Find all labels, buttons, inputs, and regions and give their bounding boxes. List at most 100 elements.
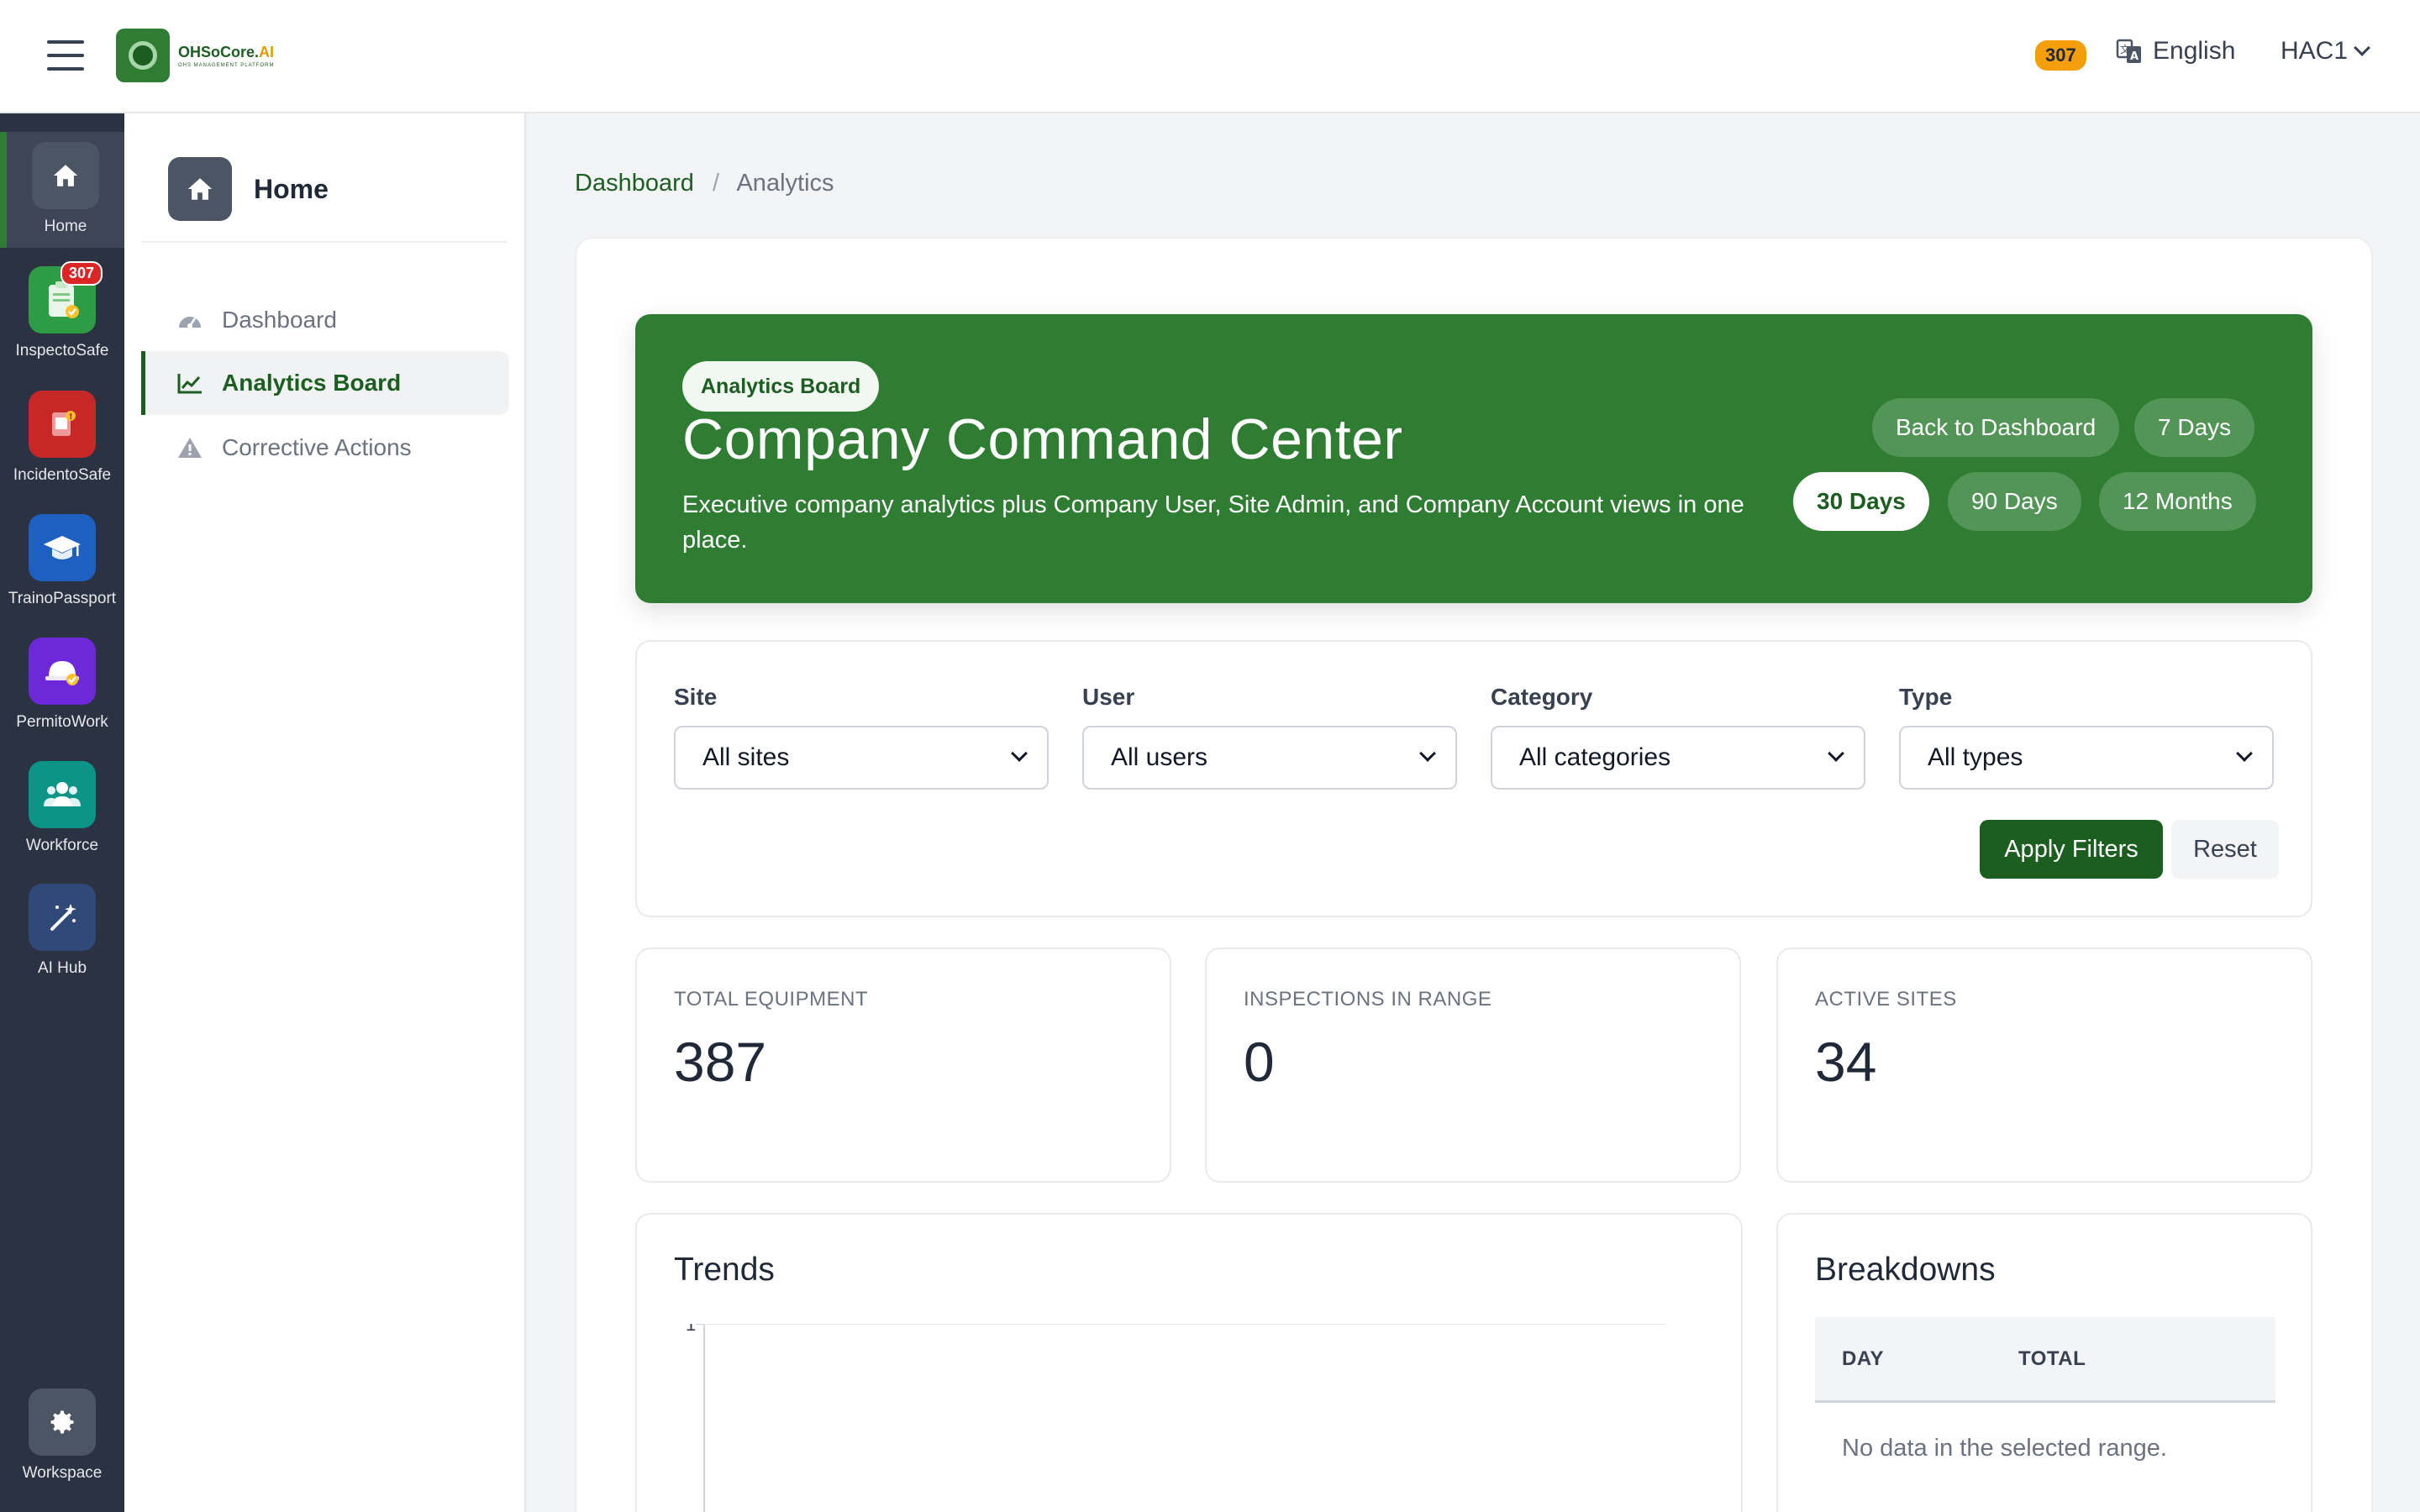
rail-label: TrainoPassport — [8, 590, 117, 607]
account-name: HAC1 — [2281, 37, 2349, 65]
stat-value: 387 — [674, 1031, 767, 1093]
type-filter: Type All types — [1899, 684, 2274, 790]
rail-item-trainopassport[interactable]: TrainoPassport — [0, 514, 124, 608]
rail-label: IncidentoSafe — [13, 466, 112, 484]
range-30-days-button[interactable]: 30 Days — [1793, 472, 1929, 531]
stat-card-active-sites: ACTIVE SITES 34 — [1776, 948, 2312, 1183]
warning-triangle-icon — [176, 434, 203, 461]
home-icon — [168, 157, 232, 221]
logo-tagline: OHS MANAGEMENT PLATFORM — [178, 62, 275, 68]
site-select[interactable]: All sites — [674, 726, 1049, 790]
breakdowns-table: DAY TOTAL No data in the selected range. — [1815, 1317, 2275, 1462]
rail-label: PermitoWork — [16, 713, 108, 731]
magic-wand-icon — [29, 884, 96, 951]
range-7-days-button[interactable]: 7 Days — [2134, 398, 2255, 457]
rail-item-permitowork[interactable]: PermitoWork — [0, 638, 124, 732]
range-90-days-button[interactable]: 90 Days — [1948, 472, 2081, 531]
empty-state-text: No data in the selected range. — [1842, 1435, 2167, 1462]
rail-item-home[interactable]: Home — [0, 132, 124, 248]
account-menu[interactable]: HAC1 — [2281, 37, 2370, 66]
user-filter: User All users — [1082, 684, 1457, 790]
breakdowns-panel: Breakdowns DAY TOTAL No data in the sele… — [1776, 1213, 2312, 1512]
stat-card-total-equipment: TOTAL EQUIPMENT 387 — [635, 948, 1171, 1183]
stat-label: TOTAL EQUIPMENT — [674, 988, 869, 1011]
nav-item-label: Corrective Actions — [222, 434, 412, 460]
back-to-dashboard-button[interactable]: Back to Dashboard — [1872, 398, 2120, 457]
svg-text:A: A — [2130, 50, 2139, 63]
trends-title: Trends — [674, 1252, 775, 1288]
app-rail: Home 307 InspectoSafe ! IncidentoSafe Tr… — [0, 113, 124, 1512]
rail-item-workforce[interactable]: Workforce — [0, 761, 124, 855]
reset-button[interactable]: Reset — [2171, 820, 2279, 879]
site-filter-label: Site — [674, 684, 718, 710]
hero-description: Executive company analytics plus Company… — [682, 491, 1744, 554]
site-filter: Site All sites — [674, 684, 1049, 790]
nav-item-label: Analytics Board — [222, 370, 402, 396]
rail-label: Workforce — [25, 837, 99, 854]
language-selector[interactable]: 文 A English — [2116, 37, 2235, 66]
filters-panel: Site All sites User All users Category A… — [635, 640, 2312, 917]
notification-badge[interactable]: 307 — [2035, 40, 2086, 71]
hamburger-menu-icon[interactable] — [47, 40, 84, 71]
type-select[interactable]: All types — [1899, 726, 2274, 790]
rail-label: InspectoSafe — [15, 342, 109, 360]
trends-chart: 1 — [686, 1324, 1666, 1512]
stat-value: 34 — [1815, 1031, 1877, 1093]
trends-panel: Trends 1 — [635, 1213, 1743, 1512]
category-select[interactable]: All categories — [1491, 726, 1865, 790]
top-bar: OHSoCore.AI OHS MANAGEMENT PLATFORM 307 … — [0, 0, 2420, 113]
column-header-day: DAY — [1842, 1347, 1884, 1370]
home-icon — [32, 142, 99, 209]
nav-item-label: Dashboard — [222, 307, 337, 333]
table-header: DAY TOTAL — [1815, 1317, 2275, 1403]
section-header: Home — [168, 157, 329, 221]
rail-item-inspectosafe[interactable]: 307 InspectoSafe — [0, 261, 124, 360]
category-filter: Category All categories — [1491, 684, 1865, 790]
app-logo[interactable]: OHSoCore.AI OHS MANAGEMENT PLATFORM — [116, 29, 274, 82]
chevron-down-icon — [1011, 745, 1028, 762]
incident-icon: ! — [29, 391, 96, 458]
rail-item-incidentosafe[interactable]: ! IncidentoSafe — [0, 391, 124, 485]
breadcrumb: Dashboard / Analytics — [575, 170, 834, 197]
y-tick-label: 1 — [686, 1324, 696, 1335]
hero-banner: Analytics Board Company Command Center E… — [635, 314, 2312, 603]
stat-value: 0 — [1244, 1031, 1275, 1093]
range-12-months-button[interactable]: 12 Months — [2099, 472, 2256, 531]
chevron-down-icon — [1419, 745, 1436, 762]
chevron-down-icon — [2236, 745, 2253, 762]
stat-label: ACTIVE SITES — [1815, 988, 1957, 1011]
breadcrumb-dashboard-link[interactable]: Dashboard — [575, 170, 694, 197]
graduation-cap-icon — [29, 514, 96, 581]
gear-icon — [29, 1389, 96, 1456]
inspectosafe-badge: 307 — [60, 261, 103, 286]
apply-filters-button[interactable]: Apply Filters — [1980, 820, 2163, 879]
line-chart-icon — [176, 370, 203, 396]
nav-item-corrective-actions[interactable]: Corrective Actions — [141, 416, 509, 480]
svg-text:!: ! — [69, 412, 73, 422]
stat-card-inspections-in-range: INSPECTIONS IN RANGE 0 — [1205, 948, 1741, 1183]
section-title: Home — [254, 173, 329, 204]
logo-wordmark: OHSoCore.AI — [178, 43, 275, 60]
rail-item-ai-hub[interactable]: AI Hub — [0, 884, 124, 978]
translate-icon: 文 A — [2116, 39, 2141, 63]
dashboard-gauge-icon — [176, 307, 203, 333]
breadcrumb-separator: / — [712, 170, 719, 197]
nav-item-analytics-board[interactable]: Analytics Board — [141, 351, 509, 415]
chevron-down-icon — [2354, 39, 2370, 56]
rail-label: Workspace — [22, 1464, 103, 1482]
rail-label: AI Hub — [37, 959, 87, 977]
nav-item-dashboard[interactable]: Dashboard — [141, 288, 509, 352]
rail-item-workspace[interactable]: Workspace — [0, 1389, 124, 1483]
breadcrumb-current: Analytics — [736, 170, 834, 197]
user-filter-label: User — [1082, 684, 1135, 710]
hero-pill: Analytics Board — [682, 361, 880, 412]
stat-label: INSPECTIONS IN RANGE — [1244, 988, 1492, 1011]
logo-shield-icon — [116, 29, 170, 82]
breakdowns-title: Breakdowns — [1815, 1252, 1996, 1288]
users-icon — [29, 761, 96, 828]
language-label: English — [2153, 37, 2236, 65]
category-filter-label: Category — [1491, 684, 1593, 710]
hard-hat-icon — [29, 638, 96, 705]
user-select[interactable]: All users — [1082, 726, 1457, 790]
divider — [141, 241, 508, 243]
